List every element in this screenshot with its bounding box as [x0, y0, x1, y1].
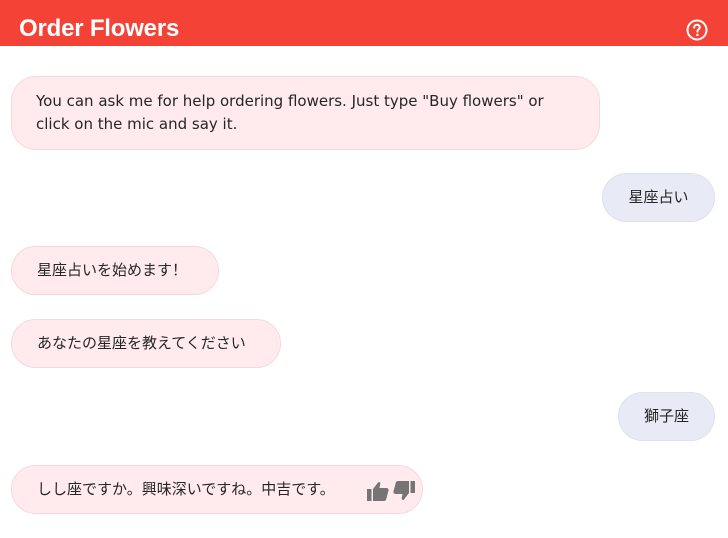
message-feedback	[366, 480, 416, 502]
bot-message: あなたの星座を教えてください	[11, 319, 281, 368]
app-toolbar: Order Flowers	[0, 0, 728, 46]
help-icon[interactable]	[685, 18, 709, 42]
bot-message: しし座ですか。興味深いですね。中吉です。	[11, 465, 423, 514]
chat-app: Order Flowers You can ask me for help or…	[0, 0, 728, 538]
message-list: You can ask me for help ordering flowers…	[0, 46, 728, 538]
user-message: 星座占い	[602, 173, 715, 222]
thumb-down-icon[interactable]	[392, 480, 416, 502]
bot-message: You can ask me for help ordering flowers…	[11, 76, 600, 150]
app-title: Order Flowers	[19, 15, 180, 42]
user-message: 獅子座	[618, 392, 715, 441]
bot-message: 星座占いを始めます！	[11, 246, 219, 295]
thumb-up-icon[interactable]	[366, 480, 390, 502]
